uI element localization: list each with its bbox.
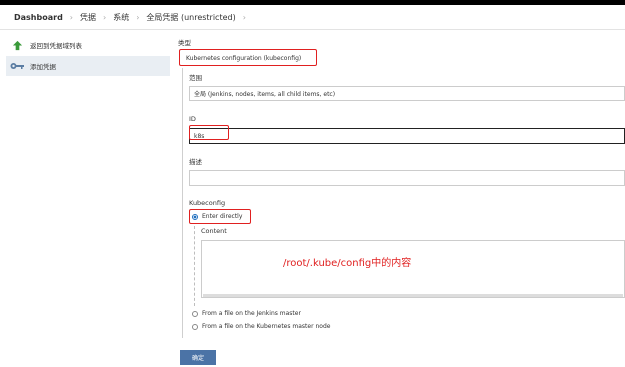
kind-label: 类型 xyxy=(178,39,191,47)
sidebar-item-label: 返回到凭据域列表 xyxy=(30,42,82,50)
breadcrumb-credentials[interactable]: 凭据 xyxy=(73,12,103,23)
breadcrumb-dashboard[interactable]: Dashboard xyxy=(0,13,70,22)
content-textarea[interactable] xyxy=(201,240,625,298)
section-guide-line xyxy=(182,68,183,338)
scope-select[interactable]: 全局 (Jenkins, nodes, items, all child ite… xyxy=(189,86,625,101)
breadcrumb-system[interactable]: 系统 xyxy=(106,12,136,23)
id-label: ID xyxy=(189,115,196,123)
option-label: From a file on the Jenkins master xyxy=(202,310,301,317)
option-jenkins-master-file[interactable]: From a file on the Jenkins master xyxy=(192,310,301,317)
radio-unchecked-icon[interactable] xyxy=(192,323,198,330)
highlight-kind xyxy=(179,49,317,66)
sidebar: 返回到凭据域列表 添加凭据 xyxy=(0,30,172,367)
breadcrumb: Dashboard › 凭据 › 系统 › 全局凭据 (unrestricted… xyxy=(0,5,625,30)
radio-unchecked-icon[interactable] xyxy=(192,310,198,317)
highlight-enter-directly xyxy=(189,209,251,224)
highlight-id xyxy=(189,125,229,140)
sidebar-item-label: 添加凭据 xyxy=(30,63,56,71)
sidebar-item-add-credentials[interactable]: 添加凭据 xyxy=(6,56,170,76)
option-label: From a file on the Kubernetes master nod… xyxy=(202,323,331,330)
key-icon xyxy=(10,60,24,72)
arrow-up-icon xyxy=(10,39,24,51)
sidebar-item-back-to-domains[interactable]: 返回到凭据域列表 xyxy=(6,35,170,55)
option-kubernetes-master-file[interactable]: From a file on the Kubernetes master nod… xyxy=(192,323,330,330)
content-annotation: /root/.kube/config中的内容 xyxy=(283,258,412,269)
submit-button[interactable]: 确定 xyxy=(180,350,216,365)
textarea-resize-bar[interactable] xyxy=(203,294,623,297)
kubeconfig-label: Kubeconfig xyxy=(189,199,226,207)
description-field[interactable] xyxy=(189,170,625,186)
content-label: Content xyxy=(201,227,227,235)
breadcrumb-global-credentials[interactable]: 全局凭据 (unrestricted) xyxy=(139,12,242,23)
option-guide-line xyxy=(194,226,195,306)
scope-label: 范围 xyxy=(189,74,202,82)
breadcrumb-separator: › xyxy=(242,12,246,22)
id-field[interactable]: k8s xyxy=(189,128,625,144)
description-label: 描述 xyxy=(189,158,202,166)
credential-form: 类型 Kubernetes configuration (kubeconfig)… xyxy=(172,30,625,367)
